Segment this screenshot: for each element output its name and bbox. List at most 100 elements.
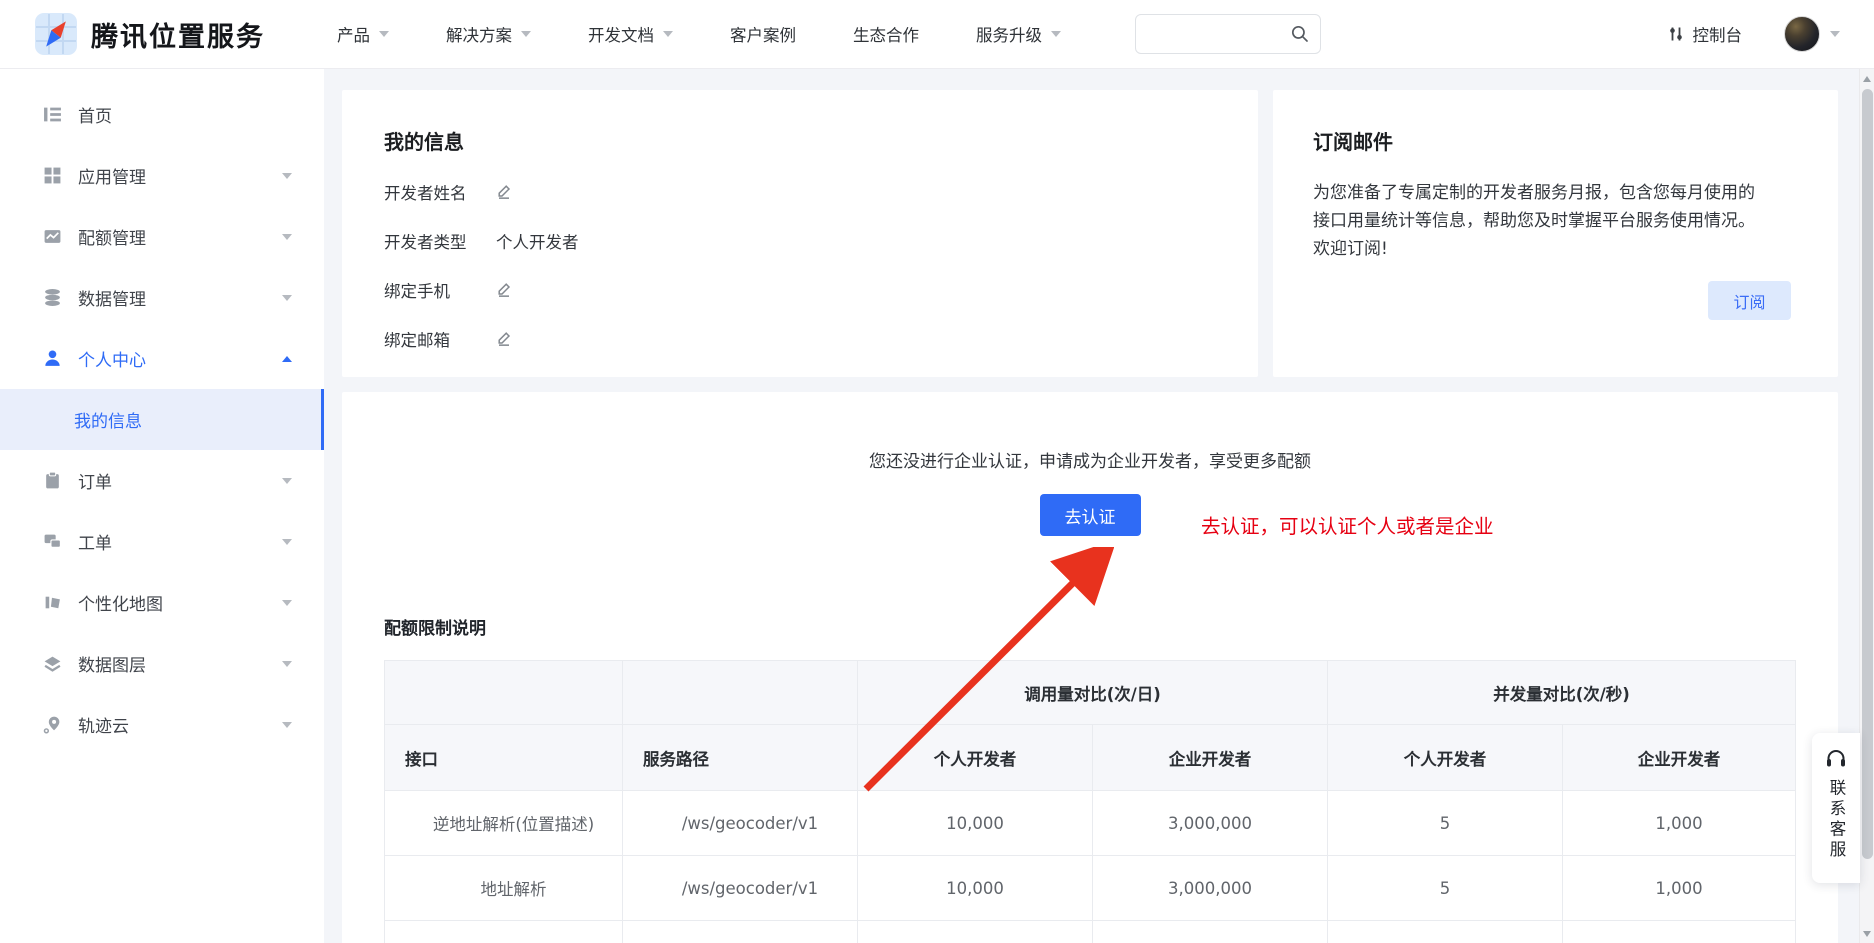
sidebar-item-label: 应用管理 bbox=[78, 163, 146, 188]
edit-pencil-icon[interactable] bbox=[496, 282, 512, 298]
main-content: 我的信息 开发者姓名 开发者类型 个人开发者 绑定手机 bbox=[324, 69, 1874, 943]
page-scrollbar[interactable] bbox=[1859, 69, 1874, 943]
contact-support-label: 联系客服 bbox=[1824, 779, 1848, 861]
sidebar-item-label: 数据图层 bbox=[78, 651, 146, 676]
bind-email-label: 绑定邮箱 bbox=[384, 327, 496, 351]
main-nav: 产品 解决方案 开发文档 客户案例 生态合作 服务升级 bbox=[337, 22, 1061, 46]
sidebar-item-data[interactable]: 数据管理 bbox=[0, 267, 324, 328]
search-icon[interactable] bbox=[1290, 24, 1310, 44]
verify-annotation-text: 去认证，可以认证个人或者是企业 bbox=[1201, 510, 1494, 539]
edit-pencil-icon[interactable] bbox=[496, 331, 512, 347]
search-box[interactable] bbox=[1135, 14, 1321, 54]
brand-name: 腾讯位置服务 bbox=[91, 15, 265, 54]
chevron-down-icon bbox=[521, 31, 531, 37]
sidebar-item-label: 配额管理 bbox=[78, 224, 146, 249]
sidebar-item-layers[interactable]: 数据图层 bbox=[0, 633, 324, 694]
sidebar-subitem-my-info[interactable]: 我的信息 bbox=[0, 389, 324, 450]
orders-icon bbox=[43, 471, 63, 491]
cell-enterprise-concurrent: 1,000 bbox=[1563, 791, 1796, 856]
sidebar-item-label: 轨迹云 bbox=[78, 712, 129, 737]
developer-type-label: 开发者类型 bbox=[384, 229, 496, 253]
cell-personal-concurrent: 5 bbox=[1328, 856, 1563, 921]
quota-chart-icon bbox=[43, 227, 63, 247]
scroll-down-arrow-icon[interactable] bbox=[1863, 931, 1871, 937]
sidebar-item-tickets[interactable]: 工单 bbox=[0, 511, 324, 572]
chevron-down-icon bbox=[282, 234, 292, 240]
brand-logo[interactable]: 腾讯位置服务 bbox=[34, 12, 265, 56]
cell-path: /ws/geocoder/v1 bbox=[623, 791, 858, 856]
nav-item-solutions[interactable]: 解决方案 bbox=[446, 22, 531, 46]
edit-pencil-icon[interactable] bbox=[496, 184, 512, 200]
avatar[interactable] bbox=[1784, 16, 1820, 52]
sidebar-item-orders[interactable]: 订单 bbox=[0, 450, 324, 511]
sidebar-item-apps[interactable]: 应用管理 bbox=[0, 145, 324, 206]
sidebar-item-label: 首页 bbox=[78, 102, 112, 127]
sidebar-item-custom-map[interactable]: 个性化地图 bbox=[0, 572, 324, 633]
quota-table: 调用量对比(次/日) 并发量对比(次/秒) 接口 服务路径 个人开发者 企业开发… bbox=[384, 660, 1796, 943]
col-header-path: 服务路径 bbox=[623, 725, 858, 791]
bind-email-row: 绑定邮箱 bbox=[384, 327, 1216, 351]
sidebar-item-label: 数据管理 bbox=[78, 285, 146, 310]
scrollbar-thumb[interactable] bbox=[1862, 89, 1873, 859]
col-header-personal-concurrent: 个人开发者 bbox=[1328, 725, 1563, 791]
chevron-down-icon bbox=[1051, 31, 1061, 37]
go-verify-button[interactable]: 去认证 bbox=[1040, 494, 1141, 536]
chevron-down-icon bbox=[282, 295, 292, 301]
quota-column-header-row: 接口 服务路径 个人开发者 企业开发者 个人开发者 企业开发者 bbox=[385, 725, 1796, 791]
console-link[interactable]: 控制台 bbox=[1667, 22, 1743, 46]
subscribe-button[interactable]: 订阅 bbox=[1708, 281, 1791, 320]
subscribe-card: 订阅邮件 为您准备了专属定制的开发者服务月报，包含您每月使用的 接口用量统计等信… bbox=[1273, 90, 1838, 377]
chevron-up-icon bbox=[282, 356, 292, 362]
nav-item-docs[interactable]: 开发文档 bbox=[588, 22, 673, 46]
cell-personal-call: 10,000 bbox=[858, 856, 1093, 921]
nav-item-products[interactable]: 产品 bbox=[337, 22, 389, 46]
concurrency-group-header: 并发量对比(次/秒) bbox=[1328, 661, 1796, 725]
chevron-down-icon[interactable] bbox=[1830, 31, 1840, 37]
cell-personal-concurrent: 5 bbox=[1328, 791, 1563, 856]
table-row: 地点搜索 /ws/place/v1/search 10,000 500,000 … bbox=[385, 921, 1796, 943]
navbar-right: 控制台 bbox=[1667, 16, 1841, 52]
quota-title: 配额限制说明 bbox=[384, 614, 1796, 639]
chevron-down-icon bbox=[282, 661, 292, 667]
headset-icon bbox=[1824, 747, 1848, 771]
subscribe-description: 为您准备了专属定制的开发者服务月报，包含您每月使用的 接口用量统计等信息，帮助您… bbox=[1313, 179, 1790, 263]
chevron-down-icon bbox=[282, 600, 292, 606]
sidebar-item-track-cloud[interactable]: 轨迹云 bbox=[0, 694, 324, 755]
sidebar-item-home[interactable]: 首页 bbox=[0, 84, 324, 145]
developer-name-label: 开发者姓名 bbox=[384, 180, 496, 204]
col-header-enterprise-call: 企业开发者 bbox=[1093, 725, 1328, 791]
chevron-down-icon bbox=[282, 539, 292, 545]
search-input[interactable] bbox=[1148, 26, 1290, 43]
cell-path: /ws/place/v1/search bbox=[623, 921, 858, 943]
nav-item-cases[interactable]: 客户案例 bbox=[730, 22, 796, 46]
cell-enterprise-concurrent: 1,000 bbox=[1563, 856, 1796, 921]
chevron-down-icon bbox=[663, 31, 673, 37]
compass-logo-icon bbox=[34, 12, 78, 56]
nav-item-upgrade[interactable]: 服务升级 bbox=[976, 22, 1061, 46]
bind-phone-row: 绑定手机 bbox=[384, 278, 1216, 302]
table-row: 地址解析 /ws/geocoder/v1 10,000 3,000,000 5 … bbox=[385, 856, 1796, 921]
developer-type-value: 个人开发者 bbox=[496, 229, 579, 253]
sidebar-item-label: 工单 bbox=[78, 529, 112, 554]
call-volume-group-header: 调用量对比(次/日) bbox=[858, 661, 1328, 725]
user-icon bbox=[43, 349, 63, 369]
scroll-up-arrow-icon[interactable] bbox=[1863, 76, 1871, 82]
home-list-icon bbox=[43, 105, 63, 125]
col-header-interface: 接口 bbox=[385, 725, 623, 791]
nav-item-ecosystem[interactable]: 生态合作 bbox=[853, 22, 919, 46]
cell-enterprise-concurrent: 200 bbox=[1563, 921, 1796, 943]
subscribe-title: 订阅邮件 bbox=[1313, 126, 1790, 155]
contact-support-tab[interactable]: 联系客服 bbox=[1812, 733, 1860, 883]
sidebar-item-personal-center[interactable]: 个人中心 bbox=[0, 328, 324, 389]
cell-personal-call: 10,000 bbox=[858, 791, 1093, 856]
database-icon bbox=[43, 288, 63, 308]
cell-interface: 地址解析 bbox=[385, 856, 623, 921]
sliders-icon bbox=[1667, 25, 1685, 43]
table-row: 逆地址解析(位置描述) /ws/geocoder/v1 10,000 3,000… bbox=[385, 791, 1796, 856]
quota-group-header-row: 调用量对比(次/日) 并发量对比(次/秒) bbox=[385, 661, 1796, 725]
col-header-personal-call: 个人开发者 bbox=[858, 725, 1093, 791]
verify-notice: 您还没进行企业认证，申请成为企业开发者，享受更多配额 bbox=[384, 392, 1796, 472]
sidebar-item-quota[interactable]: 配额管理 bbox=[0, 206, 324, 267]
cell-personal-concurrent: 5 bbox=[1328, 921, 1563, 943]
cell-enterprise-call: 500,000 bbox=[1093, 921, 1328, 943]
